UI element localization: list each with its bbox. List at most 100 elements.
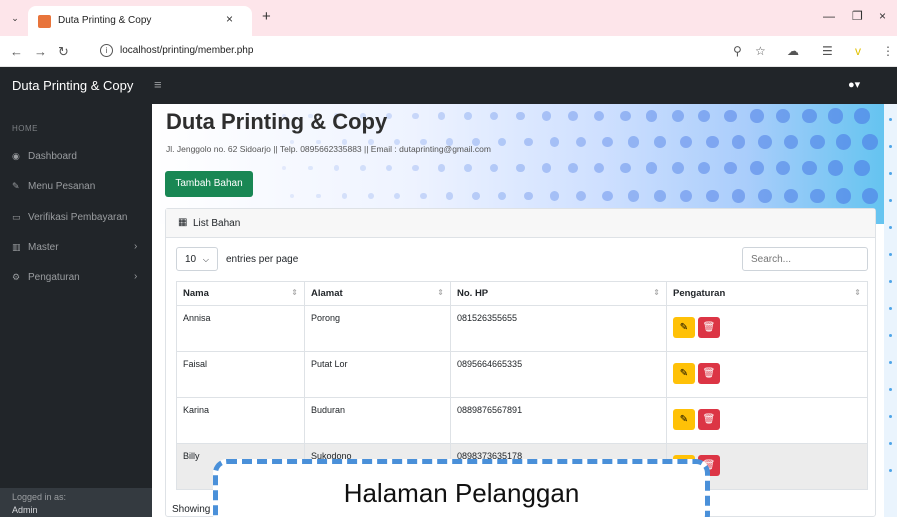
sidebar-item-label: Master xyxy=(28,242,59,253)
sidebar-item-verifikasi-pembayaran[interactable]: ▭ Verifikasi Pembayaran xyxy=(0,208,152,228)
site-info-icon[interactable]: i xyxy=(100,44,113,57)
table-icon: ▦ xyxy=(178,217,188,228)
decorative-dot xyxy=(308,165,313,171)
decorative-dot xyxy=(810,134,825,150)
decorative-dot xyxy=(646,110,658,122)
delete-trash-icon[interactable]: 🗑 xyxy=(698,409,720,430)
sidebar-item-pengaturan[interactable]: ⚙ Pengaturan › xyxy=(0,268,152,288)
decorative-dot xyxy=(889,280,892,283)
columns-icon: ▥ xyxy=(12,242,21,252)
delete-trash-icon[interactable]: 🗑 xyxy=(698,363,720,384)
decorative-dot xyxy=(758,189,772,203)
sidebar-toggle-icon[interactable]: ≡ xyxy=(154,77,162,92)
decorative-dot xyxy=(750,109,764,123)
back-icon[interactable]: ← xyxy=(10,44,23,59)
edit-pencil-icon[interactable]: ✎ xyxy=(673,317,695,338)
window-close-icon[interactable]: × xyxy=(879,9,886,23)
decorative-dot xyxy=(672,162,684,174)
cell-nama: Karina xyxy=(176,397,305,444)
reload-icon[interactable]: ↻ xyxy=(58,44,69,60)
column-header-nama[interactable]: Nama ⇕ xyxy=(176,281,305,306)
cell-hp: 0889876567891 xyxy=(450,397,667,444)
chevron-right-icon: › xyxy=(134,241,138,252)
browser-menu-icon[interactable]: ⋮ xyxy=(882,44,894,58)
column-header-pengaturan[interactable]: Pengaturan ⇕ xyxy=(666,281,868,306)
zoom-icon[interactable]: ⚲ xyxy=(733,44,742,58)
page-subtitle: Jl. Jenggolo no. 62 Sidoarjo || Telp. 08… xyxy=(166,144,491,154)
edit-pencil-icon[interactable]: ✎ xyxy=(673,409,695,430)
navbar-brand[interactable]: Duta Printing & Copy xyxy=(12,78,133,93)
decorative-dot xyxy=(316,193,321,199)
decorative-dot xyxy=(386,164,393,172)
decorative-dot xyxy=(542,163,552,173)
cell-hp: 0895664665335 xyxy=(450,351,667,398)
sidebar-item-label: Menu Pesanan xyxy=(28,181,96,192)
new-tab-icon[interactable]: + xyxy=(262,8,271,25)
table-header-row: Nama ⇕ Alamat ⇕ No. HP ⇕ Pengaturan ⇕ xyxy=(176,281,868,306)
decorative-dot xyxy=(732,189,746,203)
browser-tab-bar: ⌄ Duta Printing & Copy × + — ❐ × xyxy=(0,0,897,36)
decorative-dot xyxy=(889,199,892,202)
bookmark-star-icon[interactable]: ☆ xyxy=(755,44,766,58)
tab-close-icon[interactable]: × xyxy=(226,12,233,26)
restore-icon[interactable]: ❐ xyxy=(852,9,863,23)
decorative-dot xyxy=(750,161,764,175)
decorative-dot xyxy=(594,110,605,122)
column-header-alamat[interactable]: Alamat ⇕ xyxy=(304,281,451,306)
decorative-dot xyxy=(802,160,817,176)
decorative-dot xyxy=(498,191,507,201)
decorative-dot xyxy=(550,191,560,201)
url-field[interactable]: i localhost/printing/member.php xyxy=(100,41,770,63)
sort-icon: ⇕ xyxy=(653,288,660,297)
user-menu-icon[interactable]: ●▾ xyxy=(848,78,860,91)
extension-v-icon[interactable]: v xyxy=(855,44,861,58)
decorative-dot xyxy=(889,118,892,121)
decorative-dot xyxy=(724,161,737,175)
logged-in-label: Logged in as: xyxy=(12,492,67,502)
decorative-dot xyxy=(290,193,295,199)
logged-in-user: Admin xyxy=(12,505,38,515)
hero-banner: Duta Printing & Copy Jl. Jenggolo no. 62… xyxy=(152,104,897,224)
add-material-button[interactable]: Tambah Bahan xyxy=(165,171,253,197)
sidebar-item-master[interactable]: ▥ Master › xyxy=(0,238,152,258)
sidebar-item-dashboard[interactable]: ◉ Dashboard xyxy=(0,147,152,167)
decorative-dot xyxy=(889,388,892,391)
decorative-dot xyxy=(889,469,892,472)
extensions-icon[interactable]: ☁ xyxy=(787,44,799,58)
decorative-dot xyxy=(524,137,533,147)
per-page-select[interactable]: 10 ⌵ xyxy=(176,247,218,271)
search-input[interactable] xyxy=(742,247,868,271)
sidebar-item-menu-pesanan[interactable]: ✎ Menu Pesanan xyxy=(0,177,152,197)
tab-search-chevron-icon[interactable]: ⌄ xyxy=(8,11,22,25)
per-page-label: entries per page xyxy=(226,254,299,265)
decorative-dot xyxy=(516,111,525,121)
showing-entries-info: Showing xyxy=(172,504,211,515)
delete-trash-icon[interactable]: 🗑 xyxy=(698,317,720,338)
tab-title: Duta Printing & Copy xyxy=(58,15,152,26)
sidebar-footer: Logged in as: Admin xyxy=(0,488,152,517)
decorative-dot xyxy=(836,134,852,150)
decorative-dot xyxy=(550,137,560,147)
browser-tab[interactable]: Duta Printing & Copy × xyxy=(28,6,252,36)
cell-actions: ✎🗑 xyxy=(666,351,868,398)
decorative-dot xyxy=(724,109,737,123)
edit-pencil-icon[interactable]: ✎ xyxy=(673,363,695,384)
decorative-dot xyxy=(802,108,817,124)
card-title: List Bahan xyxy=(193,218,241,229)
decorative-dot xyxy=(654,190,666,202)
per-page-value: 10 xyxy=(185,254,197,265)
decorative-dot xyxy=(889,415,892,418)
right-decoration xyxy=(884,104,897,517)
decorative-dot xyxy=(490,111,499,121)
url-text: localhost/printing/member.php xyxy=(120,45,254,56)
cell-alamat: Buduran xyxy=(304,397,451,444)
column-header-no-hp[interactable]: No. HP ⇕ xyxy=(450,281,667,306)
forward-icon[interactable]: → xyxy=(34,44,47,59)
minimize-icon[interactable]: — xyxy=(823,9,835,23)
decorative-dot xyxy=(576,137,586,147)
decorative-dot xyxy=(602,136,613,148)
decorative-dot xyxy=(446,192,454,200)
decorative-dot xyxy=(784,134,799,150)
translate-icon[interactable]: ☰ xyxy=(822,44,833,58)
cell-hp: 081526355655 xyxy=(450,305,667,352)
